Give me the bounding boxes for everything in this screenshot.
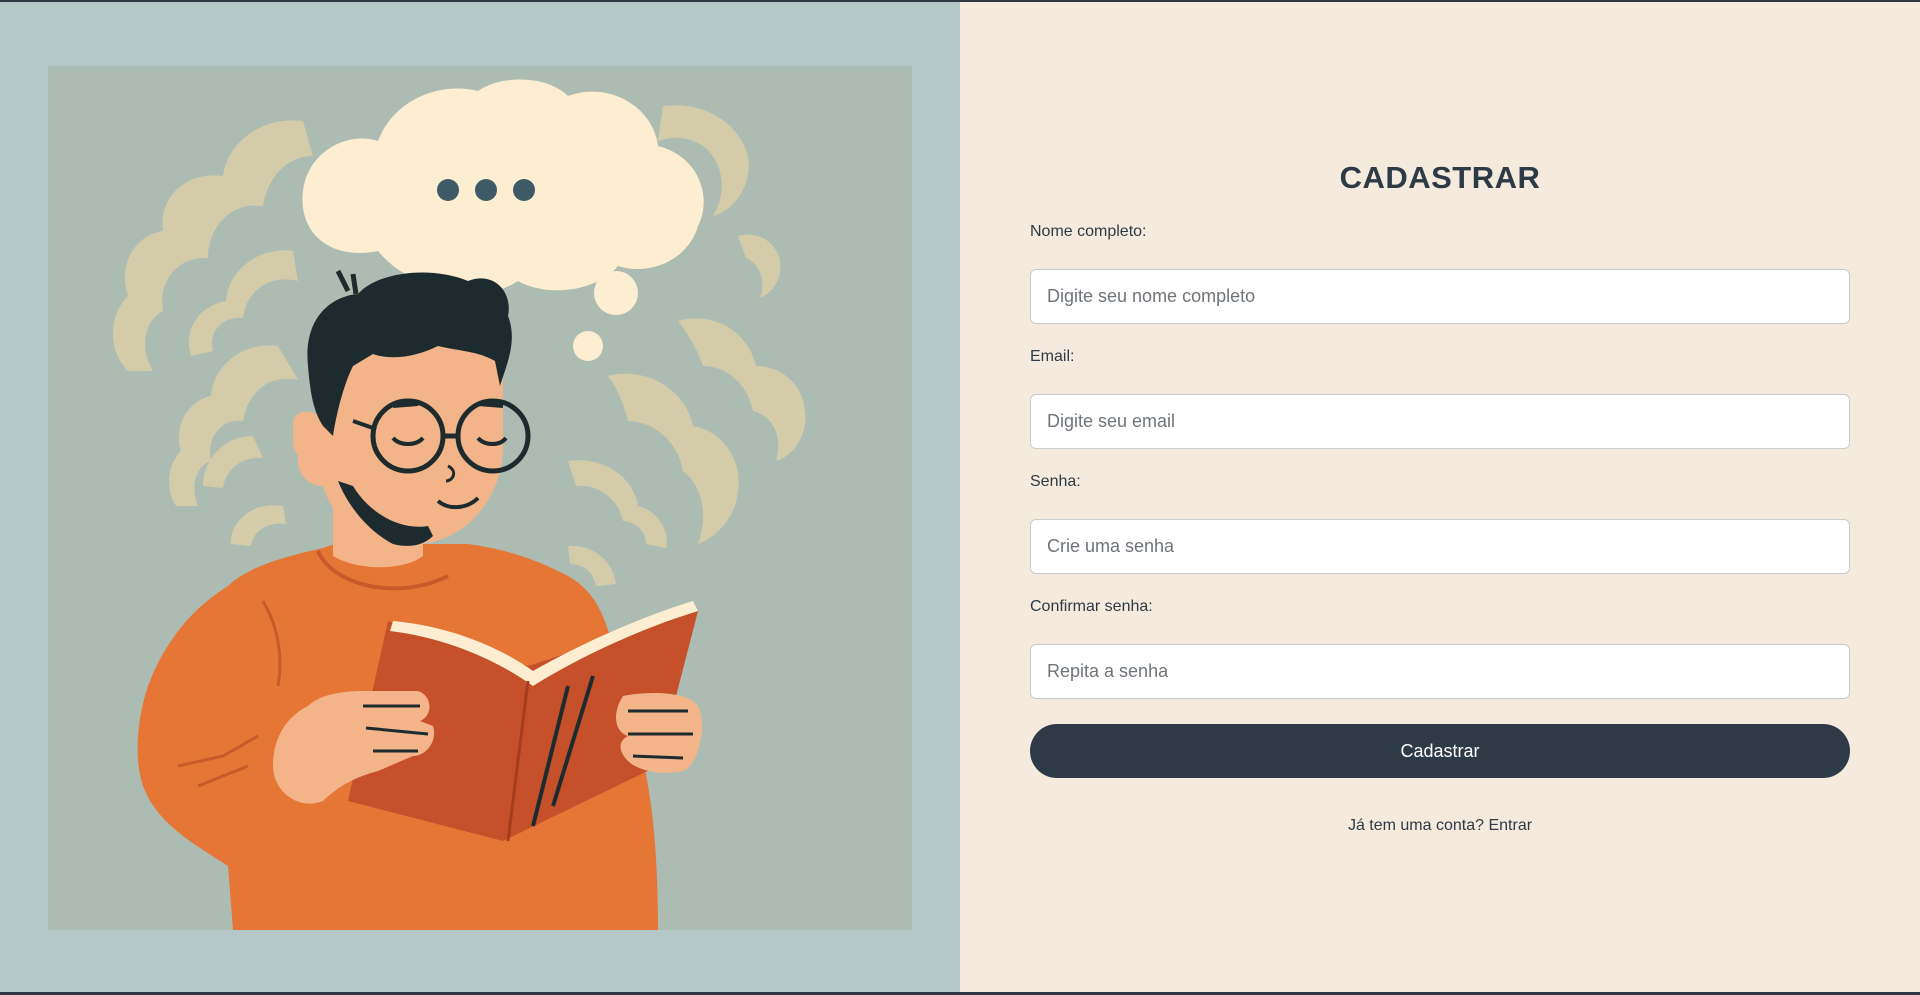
page-title: CADASTRAR [1339,160,1541,195]
email-label: Email: [1030,348,1075,365]
login-prompt-text: Já tem uma conta? [1347,817,1485,834]
password-label: Senha: [1030,473,1081,490]
login-link[interactable]: Entrar [1488,817,1532,834]
illustration-panel [0,2,960,992]
email-input[interactable] [1030,394,1850,449]
register-panel: CADASTRAR Nome completo: Email: Senha: C… [960,2,1920,992]
password-input[interactable] [1030,519,1850,574]
login-prompt: Já tem uma conta? Entrar [1030,817,1850,835]
confirm-password-input[interactable] [1030,644,1850,699]
head [293,269,531,546]
confirm-password-label: Confirmar senha: [1030,598,1153,615]
register-button[interactable]: Cadastrar [1030,724,1850,778]
page-frame: CADASTRAR Nome completo: Email: Senha: C… [0,2,1920,992]
reading-person-illustration [48,66,912,930]
ellipsis-dots [437,179,535,201]
full-name-label: Nome completo: [1030,223,1147,240]
full-name-input[interactable] [1030,269,1850,324]
